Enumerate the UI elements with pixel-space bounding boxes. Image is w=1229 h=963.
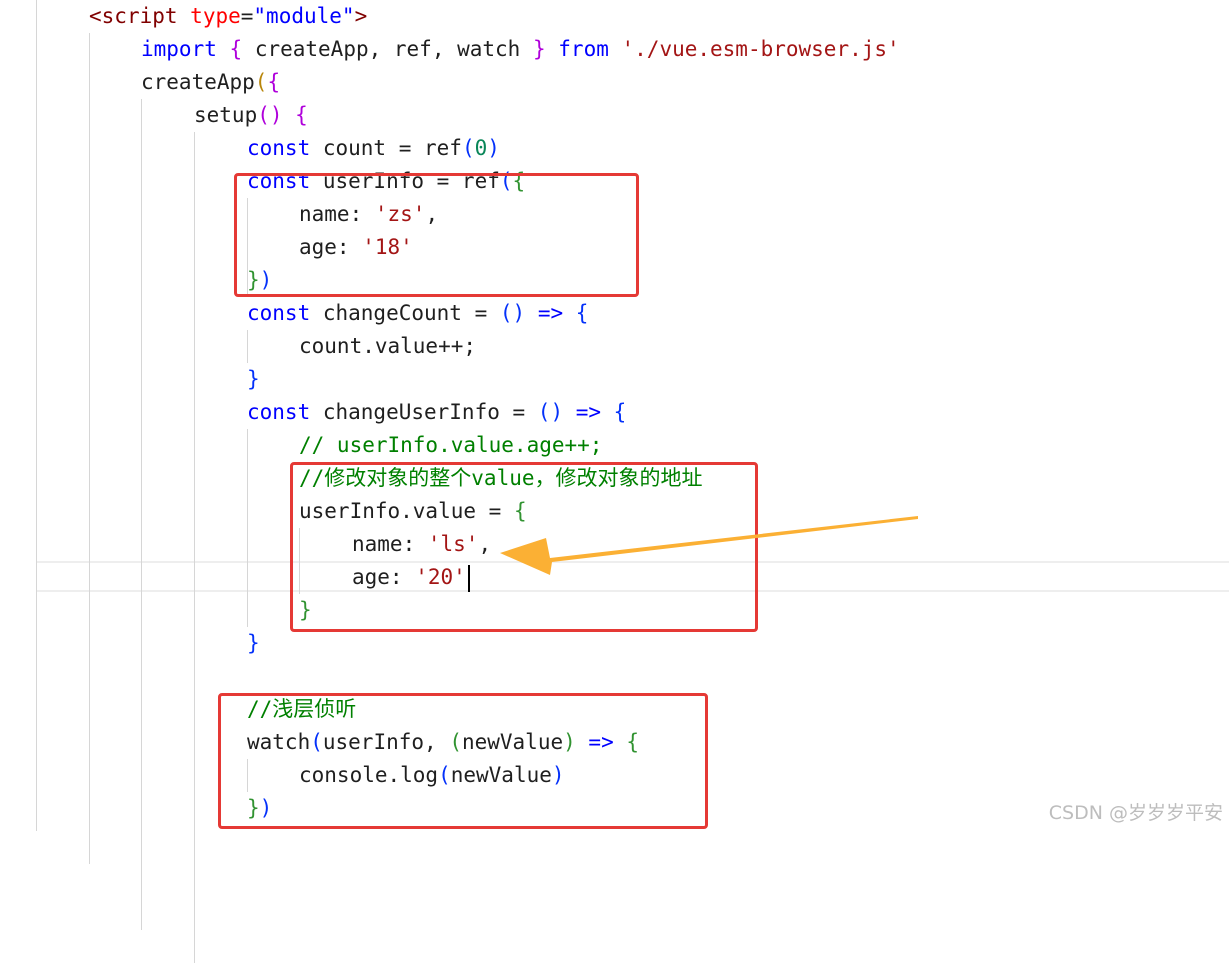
arrow-shape xyxy=(500,516,918,575)
code-editor[interactable]: <script type="module"> import { createApp… xyxy=(0,0,1229,963)
arrow-annotation xyxy=(500,516,918,575)
watermark: CSDN @岁岁岁平安 xyxy=(1048,802,1223,824)
